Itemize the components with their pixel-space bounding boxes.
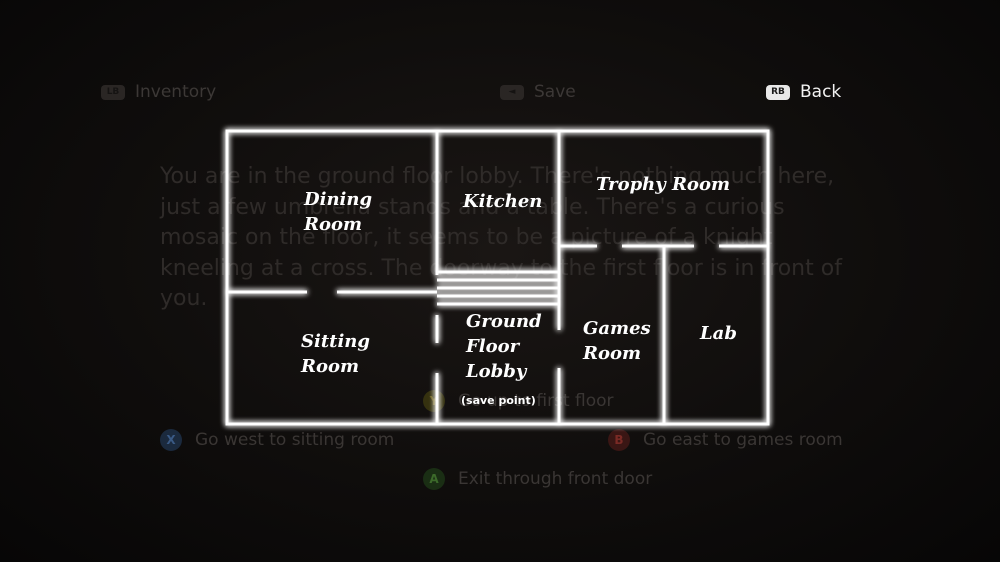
floor-map: Dining Room Kitchen Trophy Room Sitting … (225, 129, 770, 426)
room-lobby-line1: Ground (466, 311, 542, 332)
stairs (437, 270, 559, 306)
room-dining-line2: Room (303, 214, 362, 235)
room-sitting-line1: Sitting (301, 331, 370, 352)
room-lobby-line3: Lobby (465, 361, 528, 382)
room-kitchen: Kitchen (462, 191, 542, 212)
room-trophy: Trophy Room (596, 174, 730, 195)
room-sitting-line2: Room (300, 356, 359, 377)
room-dining-line1: Dining (303, 189, 372, 210)
room-games-line1: Games (583, 318, 651, 339)
save-point-note: (save point) (461, 394, 536, 407)
room-lab: Lab (699, 323, 737, 344)
room-games-line2: Room (582, 343, 641, 364)
room-lobby-line2: Floor (465, 336, 521, 357)
